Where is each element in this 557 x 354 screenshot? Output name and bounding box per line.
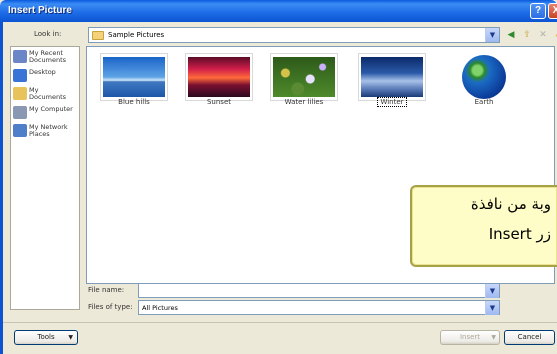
look-in-label: Look in: [34,30,62,38]
file-type-label: Files of type: [88,303,133,311]
chevron-down-icon[interactable]: ▼ [485,284,499,298]
folder-icon [92,31,104,40]
chevron-down-icon[interactable]: ▼ [485,28,499,42]
file-name: Blue hills [97,98,171,106]
place-item[interactable]: My Network Places [11,121,79,140]
blue-hills-thumbnail [103,57,165,97]
place-item[interactable]: My Recent Documents [11,47,79,66]
help-button[interactable]: ? [530,3,546,19]
earth-thumbnail [462,55,506,99]
file-name-text: Water lilies [284,98,324,106]
recent-docs-icon [13,50,27,63]
callout-line-1: وبة من نافذة [470,195,551,213]
file-name: Water lilies [267,98,341,106]
look-in-dropdown[interactable]: Sample Pictures ▼ [88,27,500,43]
file-item[interactable]: Blue hills [97,51,171,113]
file-name-text: Earth [474,98,494,106]
close-button[interactable]: X [548,3,557,19]
thumbnail-frame [270,53,338,101]
file-name-text: Sunset [206,98,231,106]
thumbnail-frame [450,53,518,101]
file-name: Winter [355,97,429,107]
thumbnail-frame [185,53,253,101]
chevron-down-icon: ▼ [68,334,73,341]
separator [3,322,557,323]
chevron-down-icon[interactable]: ▼ [485,301,499,315]
insert-button[interactable]: Insert ▼ [440,330,500,345]
file-type-value: All Pictures [142,304,178,312]
file-name: Sunset [182,98,256,106]
delete-icon[interactable]: ✕ [537,29,549,41]
annotation-callout: وبة من نافذة زر Insert [410,185,557,267]
insert-button-label: Insert [459,333,481,341]
file-name-field[interactable]: ▼ [138,283,500,298]
chevron-down-icon: ▼ [491,334,496,341]
tools-button-label: Tools [37,333,55,341]
place-item[interactable]: Desktop [11,66,79,84]
file-name: Earth [447,98,521,106]
cancel-button-label: Cancel [517,333,542,341]
file-name-text: Winter [377,97,407,107]
toolbar: ◀ ⇧ ✕ ▰ ▦ [505,27,557,43]
network-places-icon [13,124,27,137]
place-label: Desktop [29,68,56,76]
places-bar: My Recent Documents Desktop My Documents My… [10,46,80,310]
place-item[interactable]: My Computer [11,103,79,121]
thumbnail-frame [358,53,426,101]
file-item[interactable]: Sunset [182,51,256,113]
callout-line-2: زر Insert [488,225,551,243]
water-lilies-thumbnail [273,57,335,97]
new-folder-icon[interactable]: ▰ [553,29,557,41]
file-type-dropdown[interactable]: All Pictures ▼ [138,300,500,315]
back-icon[interactable]: ◀ [505,29,517,41]
sunset-thumbnail [188,57,250,97]
my-computer-icon [13,106,27,119]
winter-thumbnail [361,57,423,97]
place-label: My Documents [29,86,67,101]
place-label: My Recent Documents [29,49,67,64]
file-item[interactable]: Earth [447,51,521,113]
my-documents-icon [13,87,27,100]
up-folder-icon[interactable]: ⇧ [521,29,533,41]
file-name-text: Blue hills [118,98,150,106]
place-label: My Network Places [29,123,68,138]
place-label: My Computer [29,105,73,113]
file-item[interactable]: Water lilies [267,51,341,113]
file-name-label: File name: [88,286,125,294]
file-item[interactable]: Winter [355,51,429,113]
thumbnail-frame [100,53,168,101]
window-title: Insert Picture [8,5,72,16]
tools-button[interactable]: Tools ▼ [14,330,78,345]
place-item[interactable]: My Documents [11,84,79,103]
title-bar: Insert Picture ? X [0,0,557,22]
cancel-button[interactable]: Cancel [504,330,555,345]
desktop-icon [13,69,27,82]
look-in-value: Sample Pictures [108,31,165,39]
